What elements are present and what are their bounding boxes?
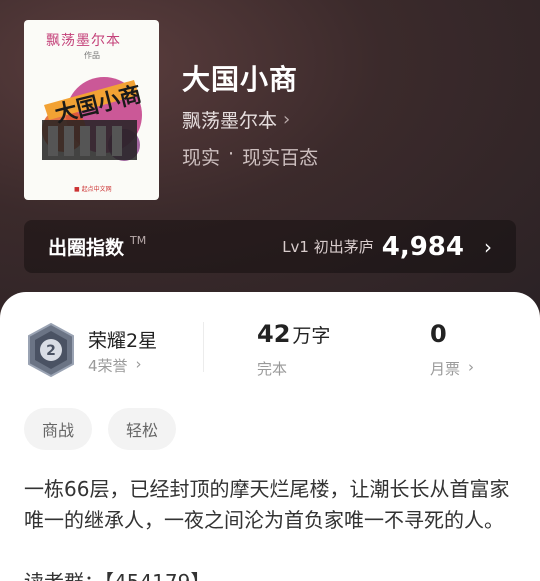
word-count: 42 万字: [257, 320, 330, 348]
chevron-right-icon: ›: [468, 358, 475, 376]
cover-art: 大国小商: [42, 77, 144, 161]
popularity-index-label: 出圈指数: [48, 237, 125, 259]
monthly-ticket-label: 月票: [430, 360, 461, 378]
completion-status: 完本: [257, 360, 288, 378]
reader-group-info: 读者群：【454179】: [24, 567, 210, 581]
popularity-index-bar[interactable]: 出圈指数 TM Lv1 初出茅庐 4,984 ›: [24, 220, 516, 273]
popularity-index-value: 4,984: [381, 231, 464, 262]
chevron-right-icon: ›: [484, 234, 492, 259]
tag-relaxed[interactable]: 轻松: [108, 408, 177, 450]
word-count-unit: 万字: [292, 325, 331, 347]
word-count-number: 42: [257, 320, 291, 348]
genre-primary: 现实: [182, 147, 221, 169]
genre-secondary: 现实百态: [242, 147, 319, 169]
author-link[interactable]: 飘荡墨尔本 ›: [182, 106, 290, 133]
honor-link[interactable]: 4荣誉 ›: [88, 355, 142, 376]
cover-publisher-mark: ■ 起点中文网: [74, 186, 112, 193]
genre-separator: ·: [228, 143, 235, 165]
book-genre: 现实 · 现实百态: [182, 143, 318, 170]
chevron-right-icon: ›: [135, 355, 142, 373]
honor-count: 4荣誉: [88, 357, 128, 375]
book-title: 大国小商: [182, 63, 299, 96]
book-cover[interactable]: 飘荡墨尔本 作品 大国小商 ■ 起点中文网: [24, 20, 159, 200]
monthly-ticket-link[interactable]: 月票 ›: [430, 358, 474, 379]
badge-level: 2: [46, 343, 56, 359]
chevron-right-icon: ›: [283, 109, 291, 130]
honor-badge-icon: 2: [28, 322, 74, 378]
monthly-ticket-count: 0: [430, 320, 447, 348]
cover-author-signature: 飘荡墨尔本: [46, 33, 121, 49]
popularity-level: Lv1 初出茅庐: [282, 238, 374, 256]
trademark-mark: TM: [130, 234, 147, 247]
tag-business-war[interactable]: 商战: [24, 408, 93, 450]
stats-divider: [203, 322, 204, 372]
author-name: 飘荡墨尔本: [182, 110, 278, 132]
book-description: 一栋66层，已经封顶的摩天烂尾楼，让潮长长从首富家唯一的继承人，一夜之间沦为首负…: [24, 477, 510, 532]
honor-title: 荣耀2星: [88, 330, 158, 352]
